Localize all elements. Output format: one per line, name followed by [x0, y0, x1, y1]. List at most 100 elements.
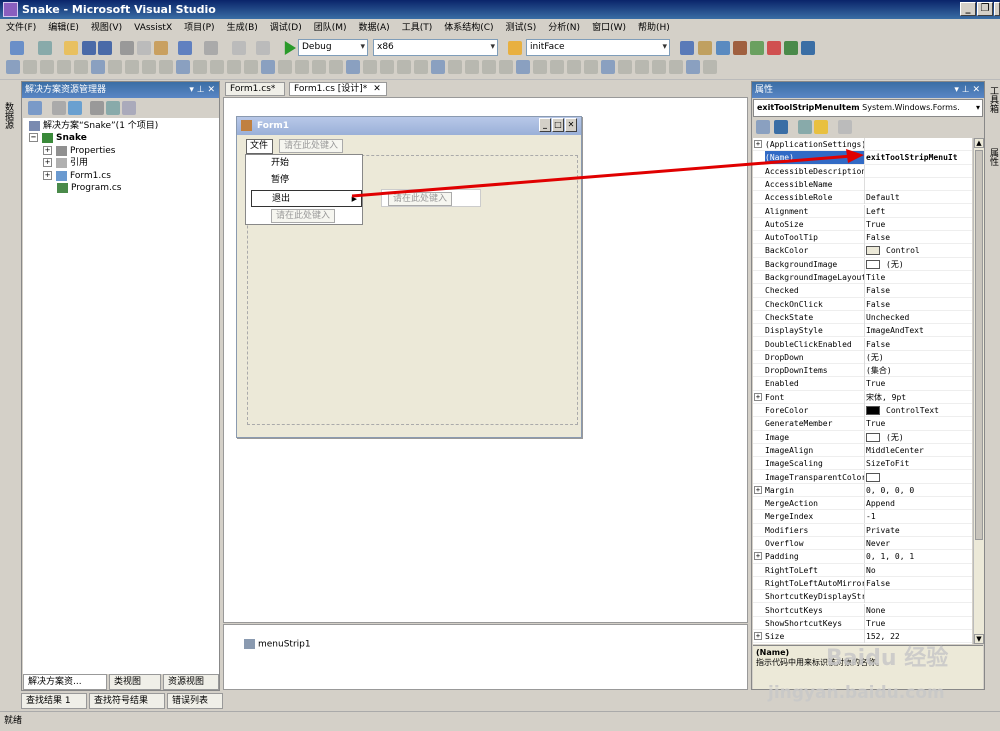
layout-tool-icon[interactable]: [414, 60, 428, 74]
expand-icon[interactable]: +: [754, 552, 762, 561]
view-designer-icon[interactable]: [106, 101, 120, 115]
property-value[interactable]: (无): [866, 351, 884, 364]
property-row[interactable]: ImageScaling SizeToFit: [753, 457, 972, 471]
property-value[interactable]: Append: [866, 497, 895, 510]
property-row[interactable]: BackgroundImage (无): [753, 257, 972, 271]
expand-icon[interactable]: +: [43, 171, 52, 180]
layout-tool-icon[interactable]: [74, 60, 88, 74]
property-value[interactable]: ImageAndText: [866, 324, 924, 337]
menu-item[interactable]: 调试(D): [270, 23, 302, 33]
menu-item-pause[interactable]: 暂停: [251, 172, 362, 189]
menu-item[interactable]: 工具(T): [402, 23, 433, 33]
add-item-icon[interactable]: [38, 41, 52, 55]
data-sources-tab[interactable]: 数据源: [3, 102, 15, 129]
object-browser-icon[interactable]: [733, 41, 747, 55]
property-row[interactable]: MergeAction Append: [753, 497, 972, 511]
layout-tool-icon[interactable]: [380, 60, 394, 74]
expand-icon[interactable]: +: [43, 158, 52, 167]
layout-tool-icon[interactable]: [125, 60, 139, 74]
property-row[interactable]: ShortcutKeyDisplayStr: [753, 590, 972, 604]
menu-item[interactable]: 生成(B): [227, 23, 258, 33]
find-icon[interactable]: [680, 41, 694, 55]
class-diagram-icon[interactable]: [122, 101, 136, 115]
layout-tool-icon[interactable]: [108, 60, 122, 74]
property-row[interactable]: ForeColor ControlText: [753, 404, 972, 418]
menu-item[interactable]: 数据(A): [359, 23, 390, 33]
property-row[interactable]: Enabled True: [753, 377, 972, 391]
layout-tool-icon[interactable]: [6, 60, 20, 74]
layout-tool-icon[interactable]: [312, 60, 326, 74]
tree-item[interactable]: Program.cs: [57, 182, 121, 194]
property-row[interactable]: MergeIndex -1: [753, 510, 972, 524]
property-row[interactable]: ShowShortcutKeys True: [753, 616, 972, 631]
find-in-files-icon[interactable]: [508, 41, 522, 55]
expand-icon[interactable]: +: [754, 632, 762, 641]
object-selector[interactable]: exitToolStripMenuItem System.Windows.For…: [753, 99, 983, 117]
property-value[interactable]: (无): [866, 431, 904, 444]
property-row[interactable]: AutoToolTip False: [753, 231, 972, 245]
layout-tool-icon[interactable]: [176, 60, 190, 74]
property-row[interactable]: ShortcutKeys None: [753, 603, 972, 617]
property-row[interactable]: RightToLeftAutoMirror False: [753, 576, 972, 591]
platform-select[interactable]: x86: [373, 39, 498, 56]
submenu-placeholder[interactable]: 请在此处键入: [388, 192, 453, 206]
form-minimize-button[interactable]: _: [539, 118, 551, 132]
layout-tool-icon[interactable]: [363, 60, 377, 74]
property-value[interactable]: True: [866, 417, 885, 430]
property-row[interactable]: CheckState Unchecked: [753, 310, 972, 325]
property-scrollbar[interactable]: ▲ ▼: [973, 138, 984, 644]
tree-item[interactable]: + Form1.cs: [43, 170, 111, 182]
layout-tool-icon[interactable]: [23, 60, 37, 74]
paste-icon[interactable]: [154, 41, 168, 55]
layout-tool-icon[interactable]: [278, 60, 292, 74]
layout-tool-icon[interactable]: [652, 60, 666, 74]
form-window[interactable]: Form1 _ □ ✕ 文件 请在此处键入 开始 暂停 退出 ▶ 请在此处键入 请…: [236, 116, 582, 438]
property-row[interactable]: BackgroundImageLayout Tile: [753, 271, 972, 285]
tab-class-view[interactable]: 类视图: [109, 674, 161, 690]
property-value[interactable]: Tile: [866, 271, 885, 284]
layout-tool-icon[interactable]: [550, 60, 564, 74]
close-button[interactable]: [994, 2, 1000, 16]
property-row[interactable]: DropDown (无): [753, 350, 972, 365]
extension-manager-icon[interactable]: [784, 41, 798, 55]
menu-item-exit[interactable]: 退出 ▶: [251, 190, 362, 207]
property-value[interactable]: False: [866, 231, 890, 244]
menu-item[interactable]: 团队(M): [314, 23, 347, 33]
layout-tool-icon[interactable]: [397, 60, 411, 74]
property-value[interactable]: Never: [866, 537, 890, 550]
show-all-files-icon[interactable]: [52, 101, 66, 115]
property-value[interactable]: No: [866, 564, 876, 577]
toolbox-icon[interactable]: [750, 41, 764, 55]
layout-tool-icon[interactable]: [210, 60, 224, 74]
view-code-icon[interactable]: [90, 101, 104, 115]
tree-item[interactable]: + Properties: [43, 145, 115, 157]
layout-tool-icon[interactable]: [669, 60, 683, 74]
redo-icon[interactable]: [204, 41, 218, 55]
property-row[interactable]: BackColor Control: [753, 244, 972, 258]
property-value[interactable]: Unchecked: [866, 311, 909, 324]
layout-tool-icon[interactable]: [703, 60, 717, 74]
tab-solution-explorer[interactable]: 解决方案资...: [23, 674, 107, 690]
expand-icon[interactable]: +: [754, 140, 762, 148]
minimize-button[interactable]: _: [960, 2, 976, 16]
open-folder-icon[interactable]: [64, 41, 78, 55]
dropdown-placeholder[interactable]: 请在此处键入: [271, 209, 336, 223]
tab-find-results[interactable]: 查找结果 1: [21, 693, 87, 709]
layout-tool-icon[interactable]: [142, 60, 156, 74]
property-value[interactable]: True: [866, 377, 885, 390]
layout-tool-icon[interactable]: [261, 60, 275, 74]
navigate-forward-icon[interactable]: [256, 41, 270, 55]
save-all-icon[interactable]: [98, 41, 112, 55]
menu-item[interactable]: 体系结构(C): [444, 23, 493, 33]
layout-tool-icon[interactable]: [295, 60, 309, 74]
property-row[interactable]: + Font 宋体, 9pt: [753, 390, 972, 404]
menu-item[interactable]: 帮助(H): [638, 23, 670, 33]
property-row[interactable]: AutoSize True: [753, 217, 972, 232]
categorized-icon[interactable]: [756, 120, 770, 134]
expand-icon[interactable]: +: [754, 392, 762, 401]
property-row[interactable]: AccessibleName: [753, 177, 972, 192]
property-row[interactable]: CheckOnClick False: [753, 297, 972, 311]
tab-error-list[interactable]: 错误列表: [167, 693, 223, 709]
menu-item[interactable]: 分析(N): [548, 23, 580, 33]
form-maximize-button[interactable]: □: [552, 118, 564, 132]
